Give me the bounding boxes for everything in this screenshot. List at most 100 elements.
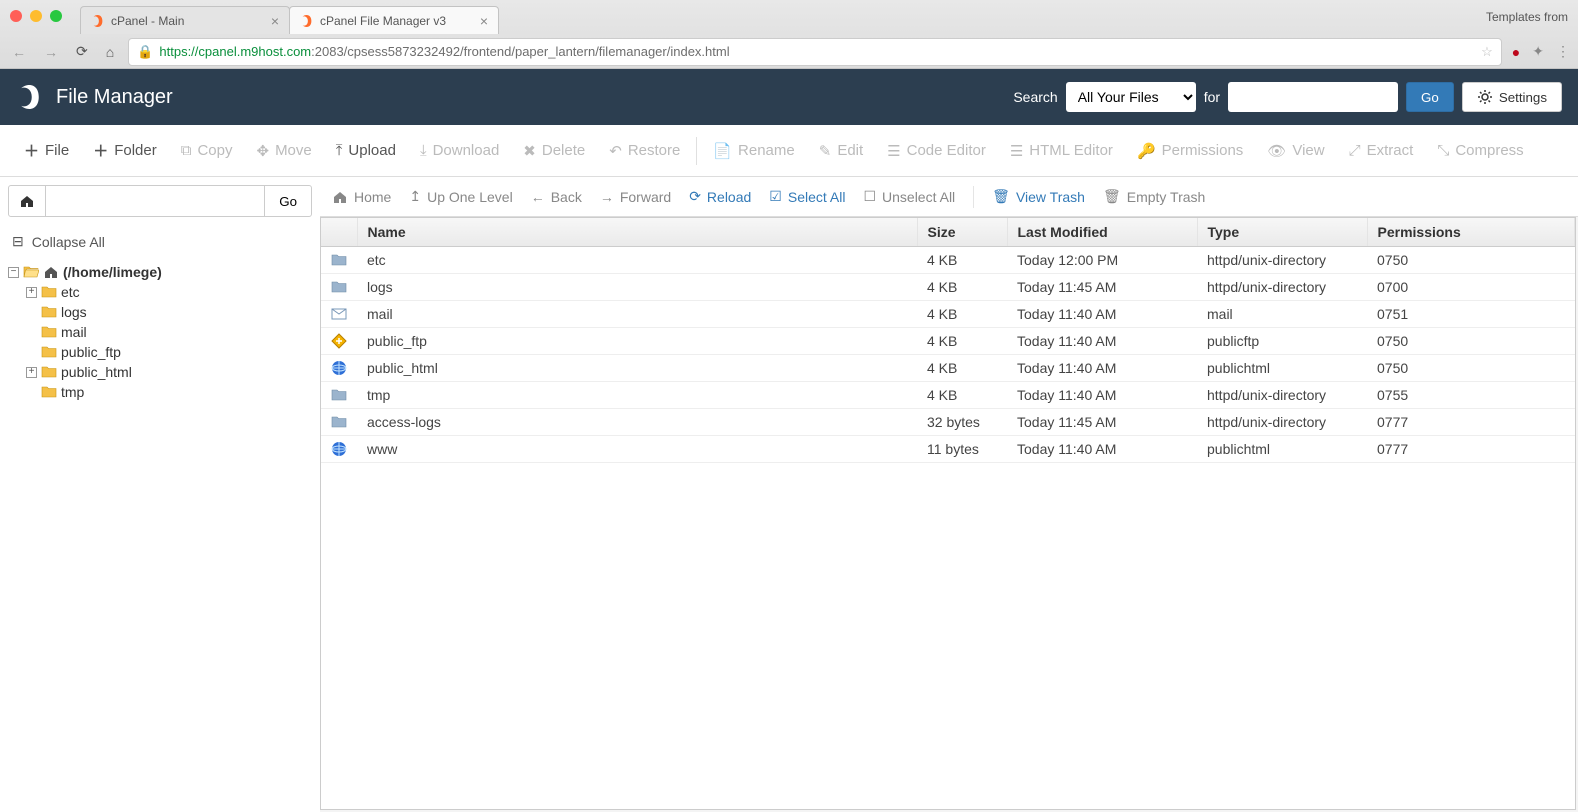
edit-button[interactable]: ✎Edit [807, 136, 875, 166]
nav-reload-button[interactable]: ⟳Reload [689, 188, 751, 205]
nav-forward-button[interactable]: →Forward [600, 189, 671, 205]
view-button[interactable]: 👁View [1255, 136, 1336, 166]
cell-type: mail [1197, 301, 1367, 328]
file-button[interactable]: ＋File [12, 134, 81, 167]
cell-size: 32 bytes [917, 409, 1007, 436]
col-name[interactable]: Name [357, 218, 917, 247]
tree-node[interactable]: mail [26, 322, 312, 342]
folder-button[interactable]: ＋Folder [81, 134, 169, 167]
reload-icon[interactable]: ⟳ [72, 39, 92, 64]
copy-button[interactable]: ⧉Copy [169, 136, 245, 165]
empty-trash-button[interactable]: 🗑Empty Trash [1103, 188, 1205, 205]
close-icon[interactable]: × [480, 13, 488, 29]
folder-icon [41, 284, 57, 300]
expand-toggle-icon[interactable]: + [26, 367, 37, 378]
search-input[interactable] [1228, 82, 1398, 112]
tree-node-label: public_html [61, 364, 132, 380]
search-scope-select[interactable]: All Your Files [1066, 82, 1196, 112]
table-row[interactable]: mail4 KBToday 11:40 AMmail0751 [321, 301, 1575, 328]
sidebar-home-button[interactable] [8, 185, 46, 217]
download-button[interactable]: ⤓Download [408, 136, 511, 165]
table-row[interactable]: logs4 KBToday 11:45 AMhttpd/unix-directo… [321, 274, 1575, 301]
tree-node[interactable]: tmp [26, 382, 312, 402]
back-icon[interactable]: ← [8, 40, 30, 64]
code-editor-button[interactable]: ☰Code Editor [875, 136, 998, 166]
collapse-all-button[interactable]: ⊟ Collapse All [8, 227, 312, 262]
extract-button[interactable]: ⤢Extract [1337, 136, 1426, 165]
tree-node[interactable]: + public_html [26, 362, 312, 382]
folder-icon [41, 364, 57, 380]
cell-modified: Today 11:40 AM [1007, 382, 1197, 409]
html-editor-button[interactable]: ☰HTML Editor [998, 136, 1125, 166]
browser-tab[interactable]: cPanel - Main × [80, 6, 290, 34]
tree-node-label: public_ftp [61, 344, 121, 360]
cell-perms: 0755 [1367, 382, 1575, 409]
home-icon [332, 189, 348, 205]
extension-icon[interactable]: ✦ [1532, 43, 1544, 60]
bookmark-star-icon[interactable]: ☆ [1481, 44, 1493, 60]
cpanel-icon [91, 14, 105, 28]
browser-tab-active[interactable]: cPanel File Manager v3 × [289, 6, 499, 34]
globe-icon [331, 441, 347, 457]
folder-open-icon [23, 264, 39, 280]
expand-toggle-icon[interactable]: + [26, 287, 37, 298]
path-input[interactable] [46, 185, 264, 217]
collapse-toggle-icon[interactable]: − [8, 267, 19, 278]
compress-button[interactable]: ⤡Compress [1425, 136, 1535, 165]
file-table: Name Size Last Modified Type Permissions… [321, 218, 1575, 463]
window-controls[interactable] [10, 10, 62, 22]
col-modified[interactable]: Last Modified [1007, 218, 1197, 247]
address-bar[interactable]: 🔒 https://cpanel.m9host.com:2083/cpsess5… [128, 38, 1502, 66]
table-row[interactable]: public_html4 KBToday 11:40 AMpublichtml0… [321, 355, 1575, 382]
menu-icon[interactable]: ⋮ [1556, 43, 1570, 60]
cpanel-logo-icon [16, 83, 44, 111]
pinterest-icon[interactable]: ● [1512, 44, 1520, 60]
browser-home-icon[interactable]: ⌂ [102, 40, 118, 64]
cell-modified: Today 12:00 PM [1007, 247, 1197, 274]
rename-button[interactable]: 📄Rename [701, 136, 806, 166]
table-row[interactable]: tmp4 KBToday 11:40 AMhttpd/unix-director… [321, 382, 1575, 409]
path-go-button[interactable]: Go [264, 185, 312, 217]
permissions-button[interactable]: 🔑Permissions [1125, 136, 1255, 166]
delete-button[interactable]: ✖Delete [511, 136, 597, 166]
upload-button[interactable]: ⤒Upload [324, 136, 408, 165]
tree-node-label: etc [61, 284, 80, 300]
cell-perms: 0777 [1367, 436, 1575, 463]
nav-home-button[interactable]: Home [332, 189, 391, 205]
nav-back-button[interactable]: ←Back [531, 189, 582, 205]
close-icon[interactable]: × [271, 13, 279, 29]
sidebar: Go ⊟ Collapse All − (/home/limege) + etc l… [0, 177, 320, 812]
restore-button[interactable]: ↶Restore [597, 136, 692, 166]
select-all-button[interactable]: ☑Select All [769, 188, 845, 205]
col-type[interactable]: Type [1197, 218, 1367, 247]
templates-from-label: Templates from [1486, 10, 1568, 24]
cell-modified: Today 11:40 AM [1007, 436, 1197, 463]
col-size[interactable]: Size [917, 218, 1007, 247]
table-row[interactable]: access-logs32 bytesToday 11:45 AMhttpd/u… [321, 409, 1575, 436]
folder-icon [331, 414, 347, 430]
search-go-button[interactable]: Go [1406, 82, 1454, 112]
table-row[interactable]: www11 bytesToday 11:40 AMpublichtml0777 [321, 436, 1575, 463]
unselect-all-button[interactable]: ☐Unselect All [863, 188, 955, 205]
tree-node[interactable]: public_ftp [26, 342, 312, 362]
nav-up-button[interactable]: ↥Up One Level [409, 188, 512, 205]
table-row[interactable]: etc4 KBToday 12:00 PMhttpd/unix-director… [321, 247, 1575, 274]
settings-button[interactable]: Settings [1462, 82, 1562, 112]
main-toolbar: ＋File ＋Folder ⧉Copy ✥Move ⤒Upload ⤓Downl… [0, 125, 1578, 177]
cell-perms: 0750 [1367, 355, 1575, 382]
cell-type: publicftp [1197, 328, 1367, 355]
folder-icon [331, 279, 347, 295]
cell-type: httpd/unix-directory [1197, 409, 1367, 436]
move-button[interactable]: ✥Move [244, 136, 323, 166]
tree-node[interactable]: logs [26, 302, 312, 322]
view-trash-button[interactable]: 🗑View Trash [992, 188, 1085, 205]
tree-root-label: (/home/limege) [63, 264, 162, 280]
cell-perms: 0751 [1367, 301, 1575, 328]
cpanel-icon [300, 14, 314, 28]
cell-perms: 0777 [1367, 409, 1575, 436]
col-permissions[interactable]: Permissions [1367, 218, 1575, 247]
tree-node[interactable]: + etc [26, 282, 312, 302]
forward-icon[interactable]: → [40, 40, 62, 64]
table-row[interactable]: public_ftp4 KBToday 11:40 AMpublicftp075… [321, 328, 1575, 355]
tree-root[interactable]: − (/home/limege) [8, 262, 312, 282]
